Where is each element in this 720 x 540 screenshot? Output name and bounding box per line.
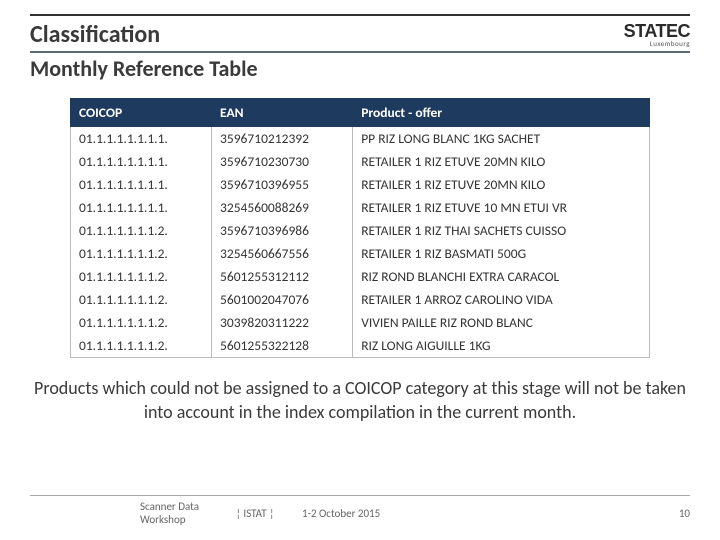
table-cell: 3596710396955 bbox=[212, 173, 353, 196]
table-cell: RETAILER 1 RIZ ETUVE 20MN KILO bbox=[353, 150, 650, 173]
reference-table: COICOP EAN Product - offer 01.1.1.1.1.1.… bbox=[70, 98, 650, 358]
table-cell: 01.1.1.1.1.1.1.1. bbox=[71, 196, 212, 219]
table-row: 01.1.1.1.1.1.1.1.3596710396955RETAILER 1… bbox=[71, 173, 650, 196]
footer-mid: ¦ ISTAT ¦ bbox=[220, 507, 290, 520]
table-cell: 01.1.1.1.1.1.1.1. bbox=[71, 173, 212, 196]
logo-sub: Luxembourg bbox=[624, 40, 690, 47]
table-cell: 01.1.1.1.1.1.1.2. bbox=[71, 242, 212, 265]
logo-main: STATEC bbox=[624, 22, 690, 40]
footer-page-number: 10 bbox=[660, 507, 690, 520]
table-cell: 3039820311222 bbox=[212, 311, 353, 334]
table-row: 01.1.1.1.1.1.1.2.5601002047076RETAILER 1… bbox=[71, 288, 650, 311]
logo: STATEC Luxembourg bbox=[624, 22, 690, 47]
table-cell: RIZ ROND BLANCHI EXTRA CARACOL bbox=[353, 265, 650, 288]
footer: Scanner Data Workshop ¦ ISTAT ¦ 1-2 Octo… bbox=[0, 495, 720, 526]
table-row: 01.1.1.1.1.1.1.2.3254560667556RETAILER 1… bbox=[71, 242, 650, 265]
table-cell: PP RIZ LONG BLANC 1KG SACHET bbox=[353, 127, 650, 151]
table-row: 01.1.1.1.1.1.1.1.3596710230730RETAILER 1… bbox=[71, 150, 650, 173]
table-cell: 3254560667556 bbox=[212, 242, 353, 265]
table-cell: 01.1.1.1.1.1.1.2. bbox=[71, 265, 212, 288]
table-cell: VIVIEN PAILLE RIZ ROND BLANC bbox=[353, 311, 650, 334]
table-row: 01.1.1.1.1.1.1.2.5601255312112RIZ ROND B… bbox=[71, 265, 650, 288]
footer-rule bbox=[30, 495, 690, 496]
table-row: 01.1.1.1.1.1.1.2.3039820311222VIVIEN PAI… bbox=[71, 311, 650, 334]
table-cell: 01.1.1.1.1.1.1.2. bbox=[71, 288, 212, 311]
table-cell: RETAILER 1 ARROZ CAROLINO VIDA bbox=[353, 288, 650, 311]
table-cell: 01.1.1.1.1.1.1.2. bbox=[71, 334, 212, 358]
table-row: 01.1.1.1.1.1.1.2.5601255322128RIZ LONG A… bbox=[71, 334, 650, 358]
page-title: Classification bbox=[30, 20, 160, 49]
table-cell: RETAILER 1 RIZ ETUVE 10 MN ETUI VR bbox=[353, 196, 650, 219]
table-cell: 3596710230730 bbox=[212, 150, 353, 173]
col-coicop: COICOP bbox=[71, 99, 212, 127]
table-cell: RETAILER 1 RIZ ETUVE 20MN KILO bbox=[353, 173, 650, 196]
table-row: 01.1.1.1.1.1.1.1.3596710212392PP RIZ LON… bbox=[71, 127, 650, 151]
footer-right: 1-2 October 2015 bbox=[290, 507, 660, 520]
col-product: Product - offer bbox=[353, 99, 650, 127]
table-cell: 5601002047076 bbox=[212, 288, 353, 311]
col-ean: EAN bbox=[212, 99, 353, 127]
reference-table-wrap: COICOP EAN Product - offer 01.1.1.1.1.1.… bbox=[70, 98, 650, 358]
table-row: 01.1.1.1.1.1.1.2.3596710396986RETAILER 1… bbox=[71, 219, 650, 242]
table-cell: 5601255322128 bbox=[212, 334, 353, 358]
table-cell: RETAILER 1 RIZ BASMATI 500G bbox=[353, 242, 650, 265]
table-cell: 01.1.1.1.1.1.1.2. bbox=[71, 219, 212, 242]
table-cell: 5601255312112 bbox=[212, 265, 353, 288]
table-cell: 01.1.1.1.1.1.1.2. bbox=[71, 311, 212, 334]
header: Classification STATEC Luxembourg bbox=[0, 16, 720, 51]
note-text: Products which could not be assigned to … bbox=[0, 358, 720, 425]
footer-left: Scanner Data Workshop bbox=[30, 500, 220, 526]
table-cell: 01.1.1.1.1.1.1.1. bbox=[71, 127, 212, 151]
table-row: 01.1.1.1.1.1.1.1.3254560088269RETAILER 1… bbox=[71, 196, 650, 219]
table-cell: 3596710212392 bbox=[212, 127, 353, 151]
table-cell: 01.1.1.1.1.1.1.1. bbox=[71, 150, 212, 173]
table-cell: 3596710396986 bbox=[212, 219, 353, 242]
table-cell: 3254560088269 bbox=[212, 196, 353, 219]
table-cell: RETAILER 1 RIZ THAI SACHETS CUISSO bbox=[353, 219, 650, 242]
table-cell: RIZ LONG AIGUILLE 1KG bbox=[353, 334, 650, 358]
subtitle: Monthly Reference Table bbox=[0, 53, 720, 92]
